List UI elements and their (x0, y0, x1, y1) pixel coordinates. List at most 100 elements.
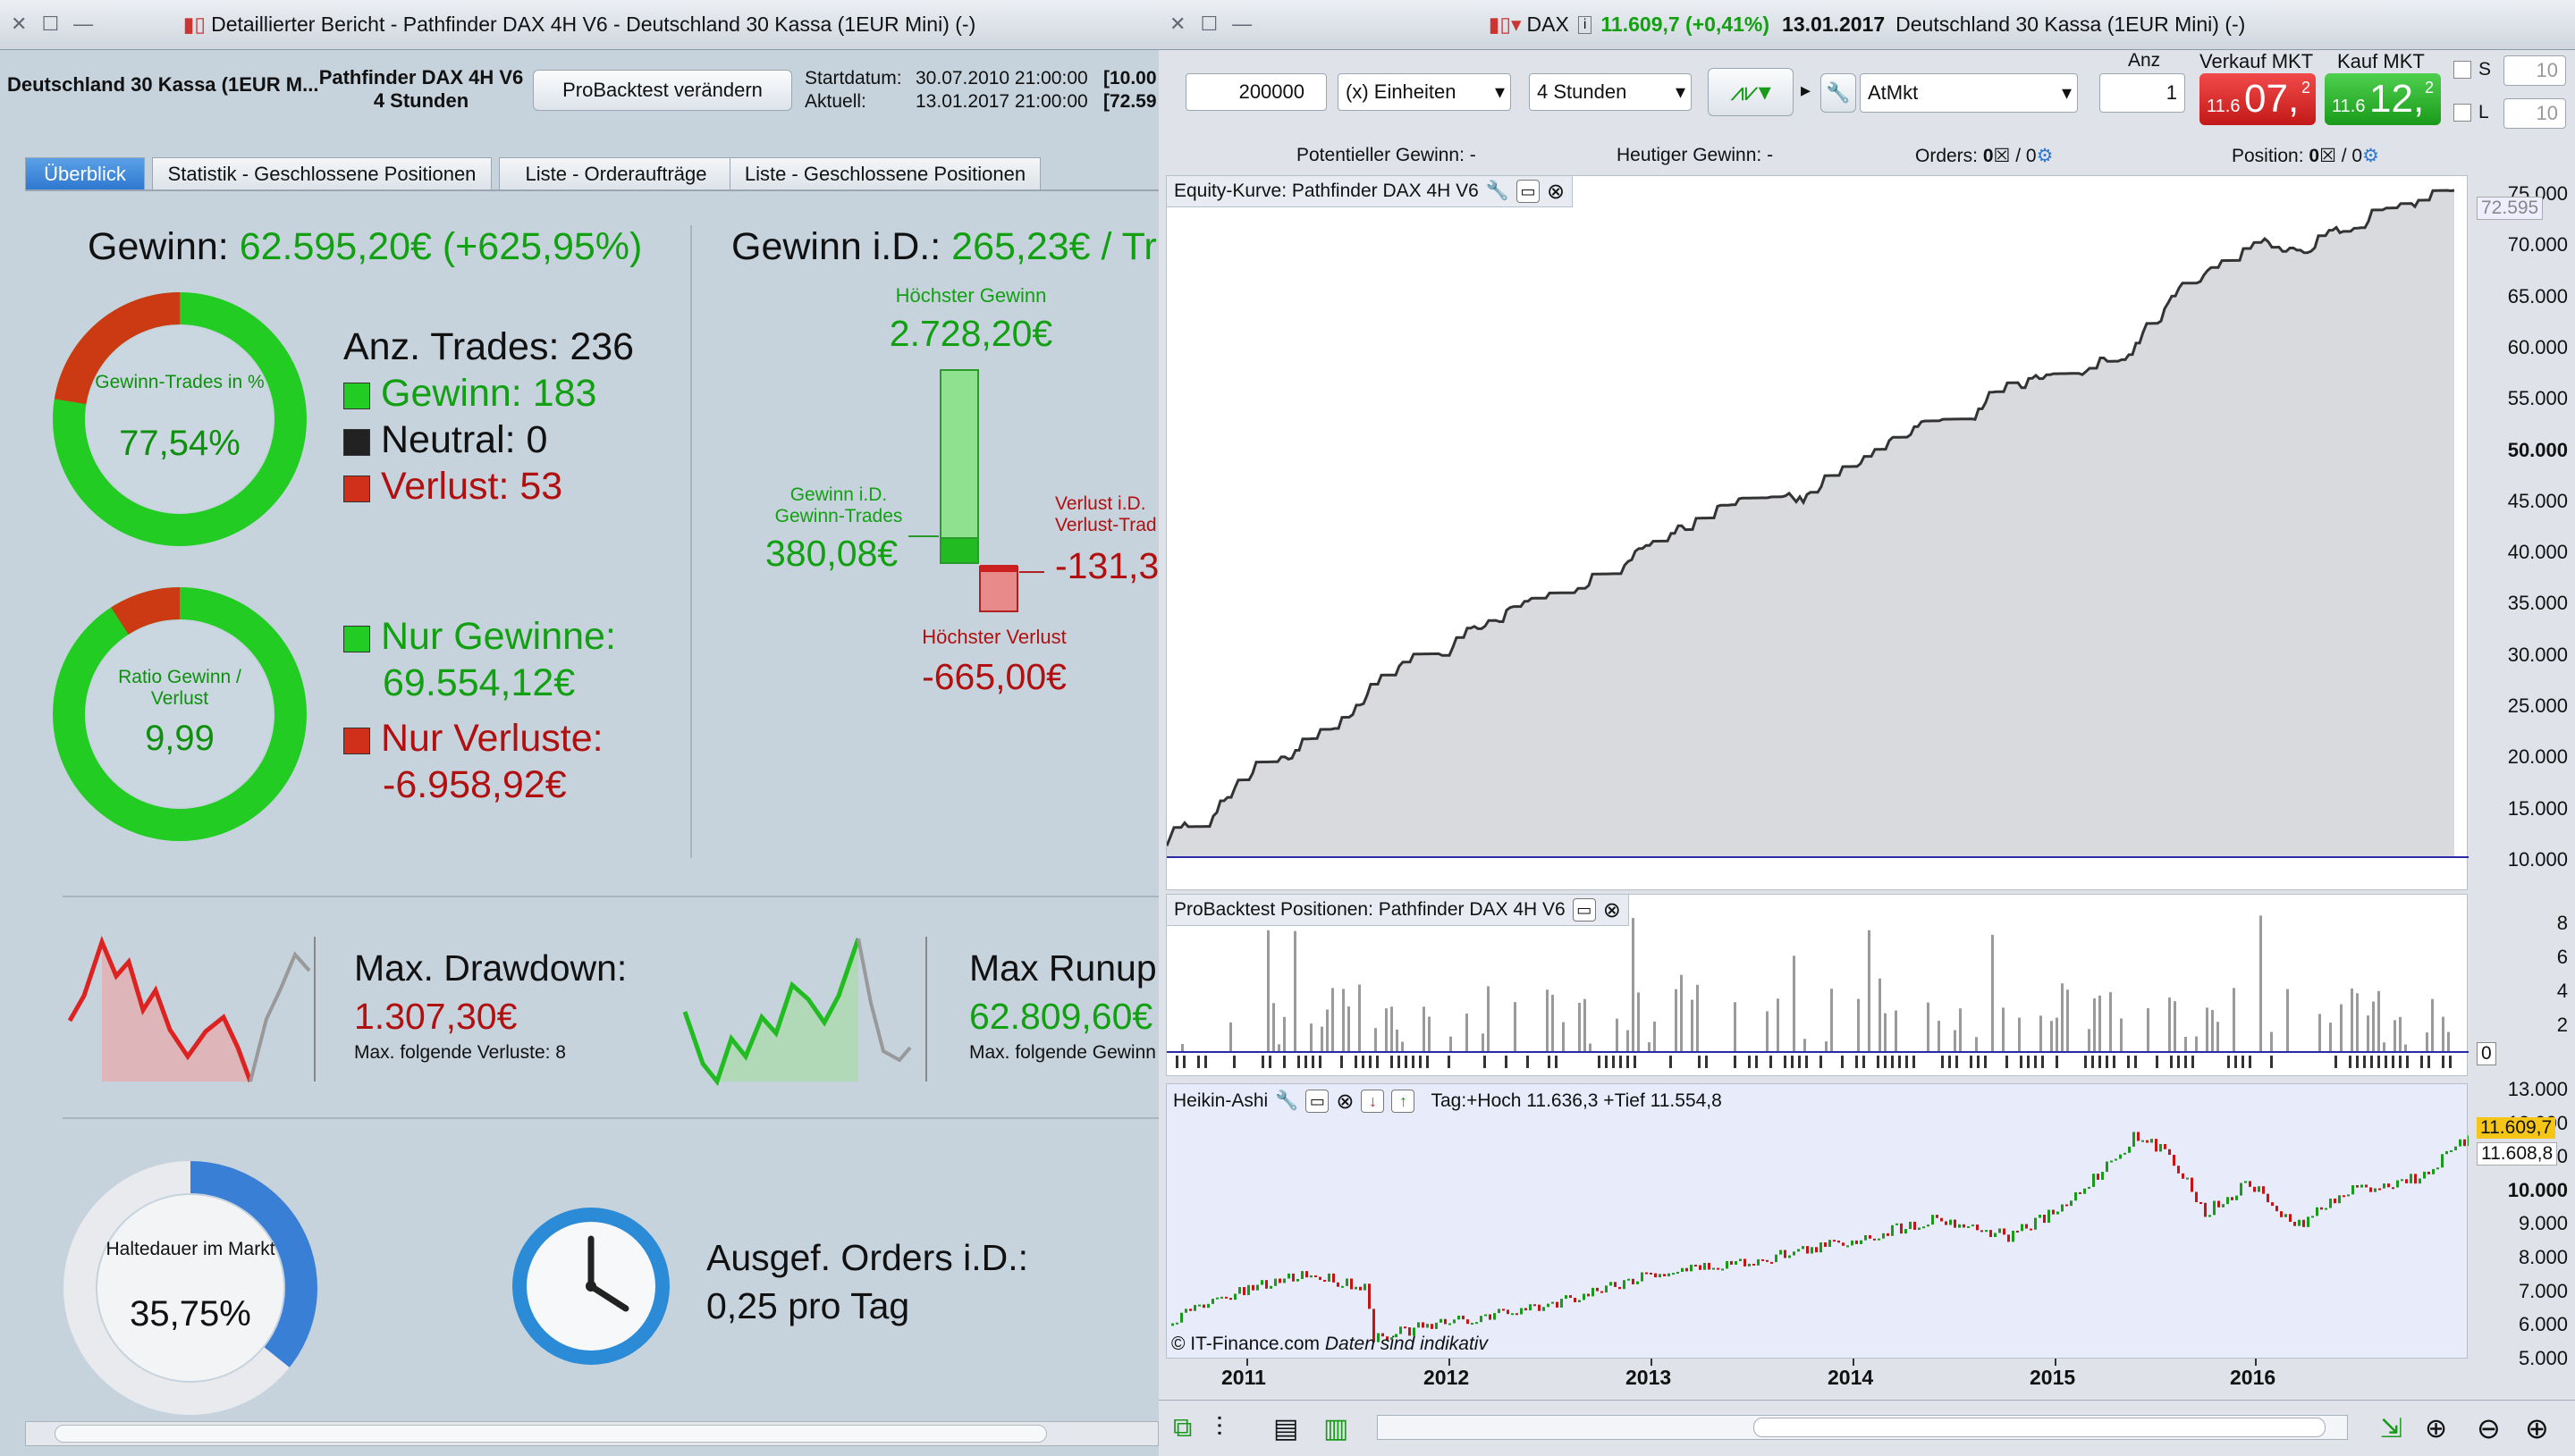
quantity-input[interactable]: 200000 (1186, 73, 1327, 111)
stop-checkbox[interactable] (2453, 61, 2471, 79)
sell-button[interactable]: 11.6 07, 2 (2199, 73, 2316, 125)
ha-candle (2347, 1194, 2350, 1197)
position-bar (1803, 1039, 1806, 1052)
year-tick-mark (1448, 1359, 1450, 1366)
highest-loss-label: Höchster Verlust (922, 626, 1067, 648)
ha-candle (2213, 1200, 2216, 1216)
position-marker (1669, 1056, 1672, 1068)
wrench-icon[interactable]: 🔧 (1820, 73, 1856, 113)
buy-price-big: 12, (2369, 77, 2425, 121)
position-bar (2442, 1016, 2444, 1052)
avg-win-label: Gewinn i.D. Gewinn-Trades (774, 484, 903, 526)
info-icon[interactable]: i (1577, 15, 1592, 34)
tab-overview[interactable]: Überblick (25, 157, 145, 189)
window-icon[interactable]: ▭ (1305, 1090, 1330, 1113)
minimize-icon[interactable]: — (1232, 13, 1252, 36)
anz-input[interactable]: 1 (2099, 73, 2185, 113)
ha-candle (1743, 1258, 1746, 1267)
stop-input[interactable]: 10 (2503, 55, 2566, 86)
ha-candle (1591, 1287, 1594, 1297)
ha-candle (1667, 1273, 1670, 1276)
limit-checkbox[interactable] (2453, 104, 2471, 122)
horizontal-scrollbar[interactable] (25, 1421, 1159, 1446)
position-marker (2449, 1056, 2452, 1068)
chevron-down-icon: ▾ (1675, 80, 1685, 103)
ha-candle (1703, 1262, 1706, 1270)
ha-candle (1712, 1267, 1715, 1270)
window-icon[interactable]: ▭ (1572, 898, 1596, 922)
candlestick-icon[interactable]: ▥ (1323, 1413, 1348, 1444)
equity-chart (1167, 189, 2469, 858)
ha-candle (2021, 1224, 2023, 1232)
close-icon[interactable]: ⊗ (1603, 897, 1621, 923)
chevron-right-icon[interactable]: ▸ (1801, 79, 1811, 102)
limit-input[interactable]: 10 (2503, 98, 2566, 129)
maximize-icon[interactable]: ☐ (41, 13, 59, 36)
gear-icon[interactable]: ⚙ (2362, 146, 2379, 166)
chart-scrollbar[interactable] (1377, 1415, 2348, 1440)
zoom-in-icon[interactable]: ⊕ (2525, 1411, 2549, 1445)
zoom-area-icon[interactable]: ⊕ (2425, 1413, 2447, 1444)
close-icon[interactable]: ✕ (11, 13, 27, 36)
wrench-icon[interactable]: 🔧 (1275, 1090, 1298, 1112)
buy-arrow-icon[interactable]: ↑ (1391, 1090, 1415, 1113)
ha-candle (1507, 1309, 1509, 1315)
minimize-icon[interactable]: — (73, 13, 93, 36)
gear-icon[interactable]: ⚙ (2037, 146, 2054, 166)
drawing-tools-icon[interactable]: ▤ (1273, 1413, 1298, 1444)
position-bar (2233, 988, 2235, 1052)
ha-candle (1359, 1286, 1362, 1291)
ha-candle (1654, 1273, 1657, 1278)
timeframe-select[interactable]: 4 Stunden ▾ (1529, 73, 1692, 111)
ha-candle (1596, 1287, 1599, 1292)
highest-gain-value: 2.728,20€ (889, 313, 1053, 354)
year-tick: 2013 (1625, 1366, 1672, 1389)
auto-scale-icon[interactable]: ⇲ (2380, 1413, 2402, 1444)
chart-indicator-button[interactable]: ⩘⩗▾ (1708, 68, 1794, 116)
indicators-icon[interactable]: ⫶ (1216, 1413, 1223, 1443)
only-losses-value: -6.958,92€ (383, 763, 567, 806)
units-select[interactable]: (x) Einheiten ▾ (1338, 73, 1511, 111)
ha-candle (1565, 1295, 1567, 1300)
year-tick-mark (1651, 1359, 1652, 1366)
position-marker (2442, 1056, 2444, 1068)
win-trades-ring (52, 292, 307, 546)
wrench-icon[interactable]: 🔧 (1486, 181, 1509, 202)
position-clear-icon[interactable]: ☒ (2319, 146, 2336, 166)
tab-closed-positions[interactable]: Liste - Geschlossene Positionen (730, 157, 1041, 189)
year-tick-mark (2055, 1359, 2056, 1366)
scrollbar-thumb[interactable] (55, 1425, 1047, 1443)
tab-statistics[interactable]: Statistik - Geschlossene Positionen (152, 157, 492, 189)
chart-type-icon[interactable]: ▮▯▾ (1489, 13, 1522, 37)
chart-scrollbar-thumb[interactable] (1753, 1418, 2326, 1437)
modify-backtest-button[interactable]: ProBacktest verändern (533, 70, 792, 111)
position-bar (2351, 988, 2353, 1052)
ha-candle (1748, 1263, 1751, 1267)
position-marker (2370, 1056, 2373, 1068)
ha-candle (1864, 1234, 1867, 1241)
close-icon[interactable]: ⊗ (1336, 1089, 1354, 1115)
only-losses-label: Nur Verluste: (343, 717, 604, 761)
zoom-out-icon[interactable]: ⊖ (2477, 1411, 2501, 1445)
add-chart-icon[interactable]: ⧉ (1173, 1413, 1192, 1443)
orders-clear-icon[interactable]: ☒ (1994, 146, 2011, 166)
ha-candle (1855, 1240, 1858, 1244)
order-type-select[interactable]: AtMkt ▾ (1860, 73, 2078, 113)
close-icon[interactable]: ✕ (1169, 13, 1186, 36)
position-marker (2170, 1056, 2173, 1068)
ha-candle (1247, 1284, 1250, 1295)
close-icon[interactable]: ⊗ (1547, 179, 1565, 205)
sell-arrow-icon[interactable]: ↓ (1361, 1090, 1385, 1113)
ha-candle (1301, 1271, 1304, 1279)
units-select-label: (x) Einheiten (1346, 80, 1456, 103)
position-marker (2377, 1056, 2380, 1068)
tab-orders[interactable]: Liste - Orderaufträge (499, 157, 733, 189)
ha-candle (2115, 1158, 2117, 1161)
buy-button[interactable]: 11.6 12, 2 (2325, 73, 2441, 125)
ha-candle (2343, 1195, 2345, 1198)
ha-candle (2141, 1140, 2144, 1142)
ha-candle (2043, 1215, 2046, 1224)
positions-tick: 6 (2556, 946, 2568, 968)
window-icon[interactable]: ▭ (1516, 180, 1540, 203)
maximize-icon[interactable]: ☐ (1200, 13, 1218, 36)
